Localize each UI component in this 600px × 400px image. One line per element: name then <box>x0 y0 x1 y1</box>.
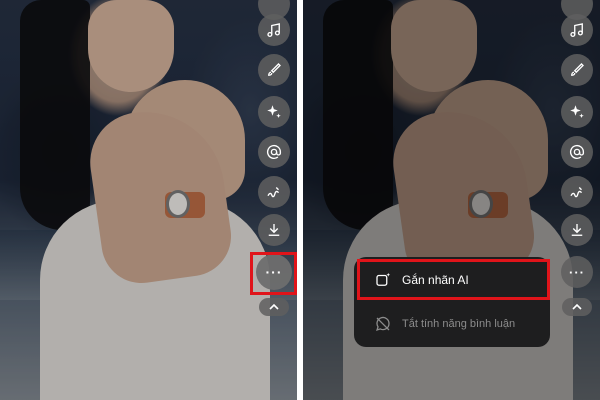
at-sign-icon <box>569 144 585 160</box>
music-note-icon <box>570 23 583 38</box>
download-button[interactable] <box>258 214 290 246</box>
at-sign-icon <box>266 144 282 160</box>
chevron-up-icon <box>269 303 279 310</box>
edit-button[interactable] <box>258 54 290 86</box>
download-icon <box>268 224 280 236</box>
screenshot-after: ··· Gắn nhãn AI Tắt tính năng bình luận <box>303 0 600 400</box>
edit-button[interactable] <box>561 54 593 86</box>
mention-button[interactable] <box>561 136 593 168</box>
menu-item-disable-comments[interactable]: Tắt tính năng bình luận <box>362 307 542 341</box>
highlight-more-button <box>250 252 297 295</box>
chevron-up-icon <box>572 303 582 310</box>
draw-button[interactable] <box>561 176 593 208</box>
action-column: ··· <box>256 0 292 400</box>
action-column: ··· <box>559 0 595 400</box>
brush-icon <box>571 63 584 76</box>
highlight-ai-label <box>357 259 550 300</box>
more-options-button[interactable]: ··· <box>561 256 593 288</box>
music-button[interactable] <box>561 14 593 46</box>
download-button[interactable] <box>561 214 593 246</box>
collapse-button[interactable] <box>562 298 592 316</box>
photo-shade <box>0 0 297 400</box>
download-icon <box>571 224 583 236</box>
more-icon: ··· <box>569 264 585 280</box>
music-button[interactable] <box>258 14 290 46</box>
collapse-button[interactable] <box>259 298 289 316</box>
sparkles-icon <box>267 105 281 118</box>
menu-item-label: Tắt tính năng bình luận <box>402 318 516 330</box>
comment-off-icon <box>375 316 390 331</box>
mention-button[interactable] <box>258 136 290 168</box>
squiggle-icon <box>570 187 583 198</box>
music-note-icon <box>267 23 280 38</box>
effects-button[interactable] <box>561 96 593 128</box>
screenshot-before: ··· <box>0 0 297 400</box>
draw-button[interactable] <box>258 176 290 208</box>
effects-button[interactable] <box>258 96 290 128</box>
sparkles-icon <box>570 105 584 118</box>
brush-icon <box>268 63 281 76</box>
squiggle-icon <box>267 187 280 198</box>
